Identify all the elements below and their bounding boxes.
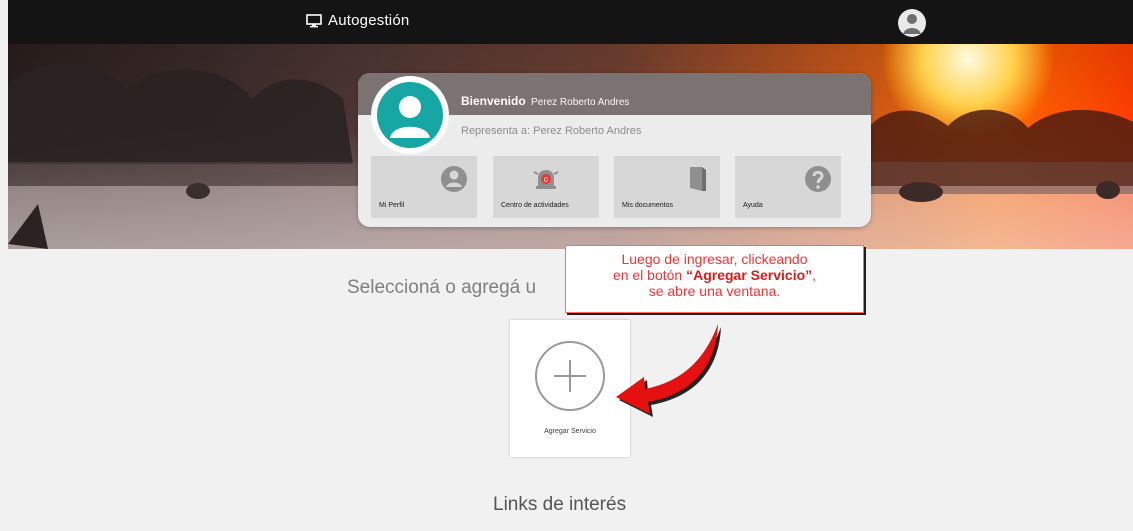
callout-line2-prefix: en el botón: [612, 267, 687, 283]
app-brand[interactable]: Autogestión: [306, 12, 409, 29]
document-icon: [682, 164, 712, 194]
instruction-callout: Luego de ingresar, clickeando en el botó…: [565, 245, 864, 313]
callout-text: Luego de ingresar, clickeando en el botó…: [565, 251, 864, 299]
callout-line2-bold: “Agregar Servicio”: [686, 267, 813, 283]
profile-avatar: [371, 76, 449, 154]
callout-line2-suffix: ,: [812, 267, 817, 283]
callout-line3: se abre una ventana.: [648, 283, 781, 299]
represents-line: Representa a: Perez Roberto Andres: [461, 125, 641, 137]
app-name: Autogestión: [328, 12, 410, 29]
welcome-label: Bienvenido: [461, 94, 526, 108]
user-circle-icon: [439, 164, 469, 194]
welcome-text: Bienvenido Perez Roberto Andres: [461, 94, 629, 108]
top-navbar: Autogestión: [8, 0, 1133, 44]
callout-line2: en el botón “Agregar Servicio”,: [565, 267, 864, 283]
notification-badge: 0: [544, 177, 548, 184]
tile-label: Mis documentos: [622, 202, 673, 209]
alarm-bell-icon: 0: [531, 164, 561, 194]
services-section-title: Seleccioná o agregá u: [347, 277, 537, 298]
question-icon: [803, 164, 833, 194]
represents-name: Perez Roberto Andres: [533, 125, 642, 137]
person-icon: [377, 82, 443, 148]
tile-centro-de-actividades[interactable]: 0 Centro de actividades: [493, 156, 599, 218]
user-avatar[interactable]: [898, 9, 926, 37]
links-section-title: Links de interés: [493, 494, 627, 515]
plus-circle-icon: [534, 340, 606, 412]
tile-label: Ayuda: [743, 202, 763, 209]
red-arrow-icon: [600, 322, 730, 427]
welcome-user-name: Perez Roberto Andres: [531, 97, 630, 108]
callout-line1: Luego de ingresar, clickeando: [621, 251, 808, 267]
profile-card: Bienvenido Perez Roberto Andres Represen…: [358, 73, 871, 227]
tile-mis-documentos[interactable]: Mis documentos: [614, 156, 720, 218]
tile-mi-perfil[interactable]: Mi Perfil: [371, 156, 477, 218]
monitor-icon: [306, 13, 322, 28]
add-service-label: Agregar Servicio: [544, 428, 596, 435]
tile-label: Mi Perfil: [379, 202, 405, 209]
tile-ayuda[interactable]: Ayuda: [735, 156, 841, 218]
tile-label: Centro de actividades: [501, 202, 569, 209]
represents-label: Representa a:: [461, 125, 531, 137]
